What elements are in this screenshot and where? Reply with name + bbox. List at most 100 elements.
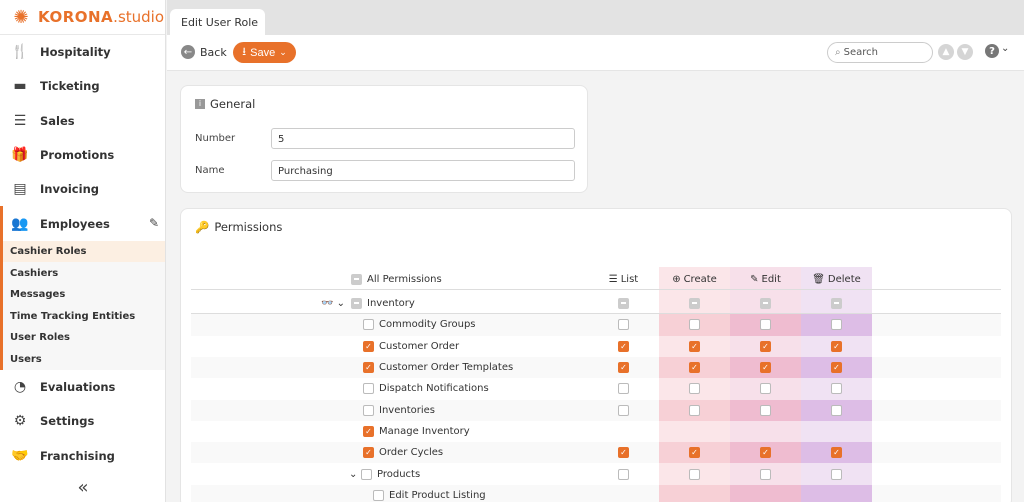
permission-checkbox[interactable]: [689, 319, 700, 331]
sidebar-item-settings[interactable]: ⚙ Settings: [0, 404, 165, 438]
permission-item[interactable]: ⌄ Products: [349, 468, 421, 480]
permission-item[interactable]: Edit Product Listing: [373, 489, 486, 501]
download-icon: ⭳: [242, 46, 247, 58]
permission-row: Edit Product Listing: [191, 484, 1001, 502]
permission-item[interactable]: Inventories: [363, 404, 435, 416]
permission-checkbox[interactable]: ✓: [363, 425, 374, 437]
permission-checkbox[interactable]: [363, 404, 374, 416]
permission-checkbox[interactable]: ✓: [689, 362, 700, 374]
permission-checkbox[interactable]: ✓: [689, 340, 700, 352]
all-permissions[interactable]: All Permissions: [351, 273, 442, 285]
permission-label: Products: [377, 468, 421, 480]
subnav-cashiers[interactable]: Cashiers: [3, 262, 165, 284]
permission-checkbox[interactable]: [373, 489, 384, 501]
permission-checkbox[interactable]: [831, 404, 842, 416]
previous-button[interactable]: ▲: [938, 44, 954, 60]
subnav-cashier-roles[interactable]: Cashier Roles: [3, 240, 165, 263]
brand-suffix: .studio: [113, 8, 165, 26]
permission-checkbox[interactable]: [618, 404, 629, 416]
permission-checkbox[interactable]: [760, 468, 771, 480]
permission-checkbox[interactable]: [760, 383, 771, 395]
search-input[interactable]: ⌕ Search: [827, 42, 933, 63]
permission-checkbox[interactable]: [689, 383, 700, 395]
save-button[interactable]: ⭳ Save ⌄: [233, 42, 296, 63]
sidebar-item-hospitality[interactable]: 🍴 Hospitality: [0, 35, 165, 69]
help-menu-chevron-icon[interactable]: ⌄: [1001, 43, 1009, 54]
sidebar-item-promotions[interactable]: 🎁 Promotions: [0, 138, 165, 172]
pencil-icon: ✎: [750, 273, 759, 285]
sidebar-item-sales[interactable]: ☰ Sales: [0, 104, 165, 138]
ticket-icon: ▬: [13, 78, 27, 95]
permission-checkbox[interactable]: [618, 383, 629, 395]
permission-checkbox[interactable]: [760, 404, 771, 416]
permission-checkbox[interactable]: [831, 297, 842, 309]
permission-cell-delete: [801, 319, 872, 331]
sidebar-item-ticketing[interactable]: ▬ Ticketing: [0, 69, 165, 103]
permission-checkbox[interactable]: [831, 319, 842, 331]
subnav-user-roles[interactable]: User Roles: [3, 327, 165, 349]
all-permissions-checkbox[interactable]: [351, 273, 362, 285]
sidebar-item-evaluations[interactable]: ◔ Evaluations: [0, 370, 165, 404]
permission-item[interactable]: ✓ Order Cycles: [363, 447, 443, 459]
permission-item[interactable]: ✓ Customer Order Templates: [363, 362, 513, 374]
permission-checkbox[interactable]: [831, 383, 842, 395]
column-label: Create: [683, 273, 717, 285]
permission-item[interactable]: 👓 ⌄ Inventory: [321, 297, 415, 309]
subnav-time-tracking[interactable]: Time Tracking Entities: [3, 305, 165, 327]
permission-item[interactable]: Dispatch Notifications: [363, 383, 489, 395]
fork-knife-icon: 🍴: [11, 44, 29, 61]
tab-edit-user-role[interactable]: Edit User Role: [170, 9, 265, 35]
permission-label: Inventories: [379, 404, 435, 416]
permission-checkbox[interactable]: [760, 319, 771, 331]
cabinet-icon: ▤: [13, 181, 27, 198]
permission-checkbox[interactable]: ✓: [831, 447, 842, 459]
permission-checkbox[interactable]: [363, 383, 374, 395]
number-field[interactable]: 5: [271, 128, 575, 149]
sidebar-item-franchising[interactable]: 🤝 Franchising: [0, 438, 165, 472]
sidebar-item-invoicing[interactable]: ▤ Invoicing: [0, 172, 165, 206]
receipt-icon: ☰: [13, 112, 27, 129]
permission-checkbox[interactable]: ✓: [363, 362, 374, 374]
collapse-sidebar-button[interactable]: «: [0, 477, 166, 498]
permission-checkbox[interactable]: [361, 468, 372, 480]
subnav-users[interactable]: Users: [3, 348, 165, 370]
permission-cell-create: ✓: [659, 447, 730, 459]
permission-checkbox[interactable]: ✓: [363, 340, 374, 352]
permission-item[interactable]: ✓ Customer Order: [363, 340, 459, 352]
permission-checkbox[interactable]: ✓: [618, 362, 629, 374]
next-button[interactable]: ▼: [957, 44, 973, 60]
permission-checkbox[interactable]: [618, 297, 629, 309]
permission-checkbox[interactable]: [618, 319, 629, 331]
help-icon[interactable]: ?: [985, 44, 999, 58]
logo[interactable]: ✺ KORONA .studio: [0, 0, 165, 35]
chevron-down-icon[interactable]: ⌄: [349, 469, 357, 480]
permission-checkbox[interactable]: [760, 297, 771, 309]
sidebar-item-employees[interactable]: 👥 Employees ✎: [0, 206, 165, 241]
permission-checkbox[interactable]: ✓: [831, 340, 842, 352]
group-expand-icon[interactable]: 👓 ⌄: [321, 298, 345, 309]
permission-checkbox[interactable]: [831, 468, 842, 480]
permission-checkbox[interactable]: [689, 404, 700, 416]
permission-checkbox[interactable]: ✓: [760, 362, 771, 374]
permission-checkbox[interactable]: [689, 297, 700, 309]
name-field[interactable]: Purchasing: [271, 160, 575, 181]
permission-checkbox[interactable]: [363, 319, 374, 331]
permission-checkbox[interactable]: ✓: [363, 447, 374, 459]
permission-checkbox[interactable]: ✓: [618, 447, 629, 459]
permissions-card: 🔑 Permissions All Permissions ☰ List ⊕ Crea…: [180, 208, 1012, 502]
permission-item[interactable]: ✓ Manage Inventory: [363, 425, 470, 437]
permission-checkbox[interactable]: [351, 297, 362, 309]
permission-checkbox[interactable]: ✓: [760, 447, 771, 459]
permission-checkbox[interactable]: [618, 468, 629, 480]
permission-checkbox[interactable]: [689, 468, 700, 480]
permission-cell-edit: ✓: [730, 362, 801, 374]
permission-checkbox[interactable]: ✓: [689, 447, 700, 459]
permission-item[interactable]: Commodity Groups: [363, 319, 476, 331]
permission-checkbox[interactable]: ✓: [760, 340, 771, 352]
back-button[interactable]: ← Back: [181, 45, 227, 59]
edit-icon[interactable]: ✎: [149, 216, 159, 230]
permission-checkbox[interactable]: ✓: [618, 340, 629, 352]
sidebar-item-label: Franchising: [40, 448, 115, 463]
subnav-messages[interactable]: Messages: [3, 284, 165, 306]
permission-checkbox[interactable]: ✓: [831, 362, 842, 374]
